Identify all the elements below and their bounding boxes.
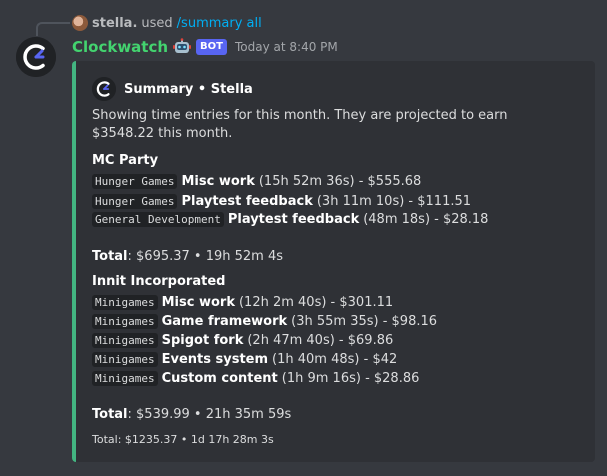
task-name: Playtest feedback [227,211,360,227]
total-label: Total [92,406,128,422]
project-code: Hunger Games [92,193,178,209]
project-code: Hunger Games [92,173,178,189]
time-entry: Hunger Games Playtest feedback (3h 11m 1… [92,192,471,210]
entry-details: (3h 55m 35s) - $98.16 [291,313,438,329]
bot-badge: BOT [196,39,227,55]
reply-text: used [141,15,173,31]
discord-message: stella. used /summary all Clockwatch BOT… [0,0,607,476]
time-entry: Minigames Game framework (3h 55m 35s) - … [92,312,437,330]
group-total-innit-incorporated: Total : $539.99 • 21h 35m 59s [92,405,291,423]
embed-author: Summary • Stella [92,77,253,101]
bot-username[interactable]: Clockwatch [72,38,168,56]
bot-avatar[interactable] [16,37,56,77]
time-entry: Minigames Custom content (1h 9m 16s) - $… [92,369,419,387]
entry-details: (1h 9m 16s) - $28.86 [281,370,420,386]
entry-details: (2h 47m 40s) - $69.86 [247,332,394,348]
group-total-mc-party: Total : $695.37 • 19h 52m 4s [92,247,283,265]
task-name: Playtest feedback [181,193,313,209]
message-header: Clockwatch BOT Today at 8:40 PM [72,36,338,58]
entry-details: (15h 52m 36s) - $555.68 [258,173,422,189]
time-entry: General Development Playtest feedback (4… [92,210,488,228]
entry-details: (12h 2m 40s) - $301.11 [238,294,394,310]
grand-total: Total: $1235.37 • 1d 17h 28m 3s [92,432,274,446]
client-title-mc-party: MC Party [92,153,159,168]
message-timestamp[interactable]: Today at 8:40 PM [235,40,338,54]
robot-emoji-icon [173,38,192,53]
entry-details: (48m 18s) - $28.18 [363,211,489,227]
task-name: Events system [161,351,269,367]
project-code: Minigames [92,370,158,386]
clockwatch-author-icon [92,77,116,101]
replied-user-avatar[interactable] [72,15,88,31]
time-entry: Minigames Spigot fork (2h 47m 40s) - $69… [92,331,393,349]
project-code: Minigames [92,351,158,367]
task-name: Misc work [161,294,235,310]
slash-command-link[interactable]: /summary all [177,16,262,31]
task-name: Misc work [181,173,255,189]
summary-embed: Summary • Stella Showing time entries fo… [72,61,595,462]
embed-description: Showing time entries for this month. The… [92,108,508,141]
task-name: Spigot fork [161,332,244,348]
total-label: Total [92,248,128,264]
time-entry: Minigames Events system (1h 40m 48s) - $… [92,350,397,368]
total-value: : $539.99 • 21h 35m 59s [127,406,292,422]
reply-reference[interactable]: stella. used /summary all [36,13,262,33]
total-value: : $695.37 • 19h 52m 4s [127,248,284,264]
task-name: Game framework [161,313,288,329]
project-code: Minigames [92,313,158,329]
entry-details: (3h 11m 10s) - $111.51 [316,193,472,209]
client-title-innit-incorporated: Innit Incorporated [92,274,226,289]
clockwatch-logo-icon [16,37,56,77]
time-entry: Minigames Misc work (12h 2m 40s) - $301.… [92,293,393,311]
project-code: Minigames [92,332,158,348]
embed-author-name: Summary • Stella [124,81,253,97]
project-code: General Development [92,211,224,227]
task-name: Custom content [161,370,278,386]
time-entry: Hunger Games Misc work (15h 52m 36s) - $… [92,172,421,190]
replied-username[interactable]: stella. [92,16,137,31]
project-code: Minigames [92,294,158,310]
entry-details: (1h 40m 48s) - $42 [272,351,398,367]
